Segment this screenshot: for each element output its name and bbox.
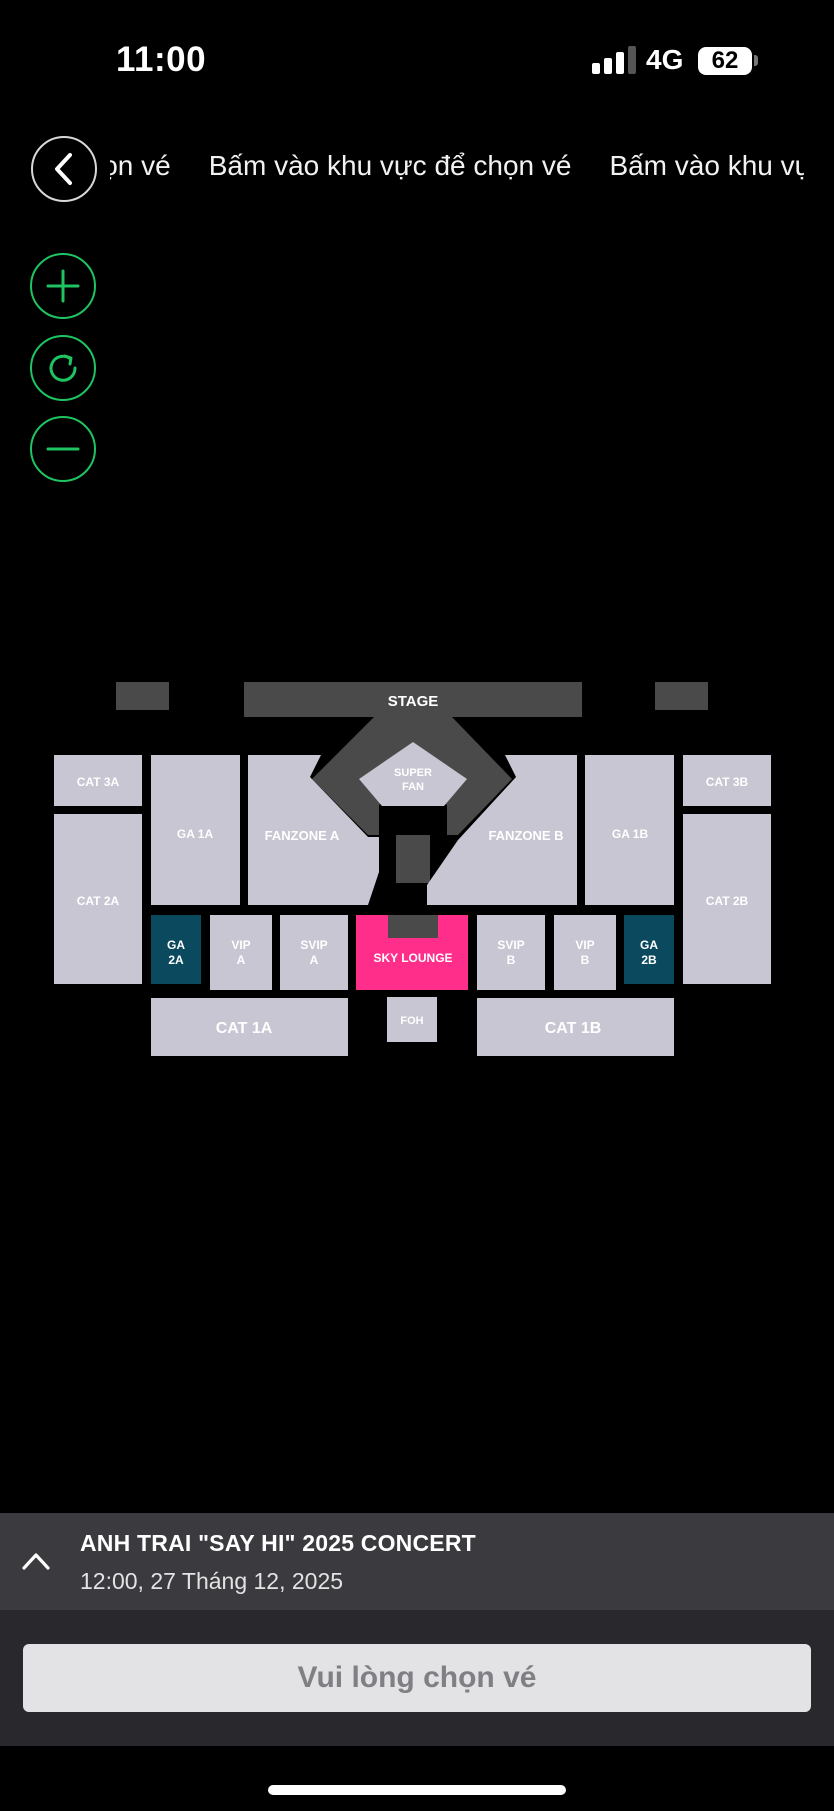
svip-a-label-2: A bbox=[310, 953, 319, 967]
seat-map: STAGE SUPER FAN CAT 3A CAT 2A GA 1A FANZ… bbox=[54, 682, 771, 1056]
chevron-up-icon bbox=[22, 1553, 50, 1570]
expand-event-button[interactable] bbox=[14, 1539, 58, 1583]
stage-label: STAGE bbox=[388, 693, 439, 710]
fanzone-b-label: FANZONE B bbox=[488, 828, 563, 843]
super-fan-label-1: SUPER bbox=[394, 767, 432, 779]
foh-label: FOH bbox=[400, 1015, 423, 1027]
vip-a-label-2: A bbox=[237, 953, 246, 967]
speaker-left bbox=[116, 682, 169, 710]
sky-lounge-label: SKY LOUNGE bbox=[373, 951, 452, 965]
event-title: ANH TRAI "SAY HI" 2025 CONCERT bbox=[80, 1530, 476, 1556]
battery-tip bbox=[754, 55, 758, 66]
reset-zoom-button[interactable] bbox=[30, 335, 96, 401]
battery-level: 62 bbox=[711, 47, 739, 74]
marquee-track: Bấm vào khu vực để chọn vé Bấm vào khu vự… bbox=[110, 150, 804, 182]
vip-b-label-2: B bbox=[581, 953, 590, 967]
stage-stem bbox=[396, 835, 430, 883]
event-datetime: 12:00, 27 Tháng 12, 2025 bbox=[80, 1568, 344, 1594]
marquee-text: Bấm vào khu vực để chọn vé bbox=[110, 150, 171, 181]
network-type: 4G bbox=[646, 44, 684, 75]
ga-2a-label-2: 2A bbox=[168, 953, 184, 967]
super-fan-label-2: FAN bbox=[402, 781, 424, 793]
instruction-marquee: Bấm vào khu vực để chọn vé Bấm vào khu vự… bbox=[110, 150, 804, 190]
back-button[interactable] bbox=[31, 136, 97, 202]
vip-b-label-1: VIP bbox=[575, 938, 594, 952]
ga-1a-label: GA 1A bbox=[177, 827, 214, 841]
zoom-out-button[interactable] bbox=[30, 416, 96, 482]
ga-2b-label-2: 2B bbox=[641, 953, 657, 967]
signal-icon bbox=[592, 46, 636, 74]
chevron-left-icon bbox=[55, 153, 72, 185]
cat-1a-label: CAT 1A bbox=[216, 1020, 273, 1037]
plus-icon bbox=[46, 269, 80, 303]
sky-lounge-stage-cutout bbox=[388, 915, 438, 938]
action-area: Vui lòng chọn vé bbox=[0, 1610, 834, 1746]
svip-b-label-2: B bbox=[507, 953, 516, 967]
cat-2b-label: CAT 2B bbox=[706, 894, 749, 908]
home-indicator bbox=[268, 1785, 566, 1795]
marquee-text: Bấm vào khu vực để chọn vé bbox=[609, 150, 804, 181]
refresh-icon bbox=[49, 354, 77, 382]
svip-a-label-1: SVIP bbox=[300, 938, 327, 952]
cat-3b-label: CAT 3B bbox=[706, 775, 749, 789]
cat-3a-label: CAT 3A bbox=[77, 775, 120, 789]
event-info-bar: ANH TRAI "SAY HI" 2025 CONCERT 12:00, 27… bbox=[0, 1513, 834, 1610]
ga-2b-label-1: GA bbox=[640, 938, 658, 952]
zoom-in-button[interactable] bbox=[30, 253, 96, 319]
ga-1b-label: GA 1B bbox=[612, 827, 649, 841]
cat-2a-label: CAT 2A bbox=[77, 894, 120, 908]
vip-a-label-1: VIP bbox=[231, 938, 250, 952]
select-ticket-button[interactable]: Vui lòng chọn vé bbox=[23, 1644, 811, 1712]
fanzone-a-label: FANZONE A bbox=[265, 828, 340, 843]
speaker-right bbox=[655, 682, 708, 710]
cat-1b-label: CAT 1B bbox=[545, 1020, 602, 1037]
svip-b-label-1: SVIP bbox=[497, 938, 524, 952]
ga-2a-label-1: GA bbox=[167, 938, 185, 952]
battery-icon: 62 bbox=[698, 47, 752, 75]
marquee-text: Bấm vào khu vực để chọn vé bbox=[208, 150, 572, 181]
minus-icon bbox=[46, 447, 80, 451]
status-time: 11:00 bbox=[116, 40, 207, 79]
